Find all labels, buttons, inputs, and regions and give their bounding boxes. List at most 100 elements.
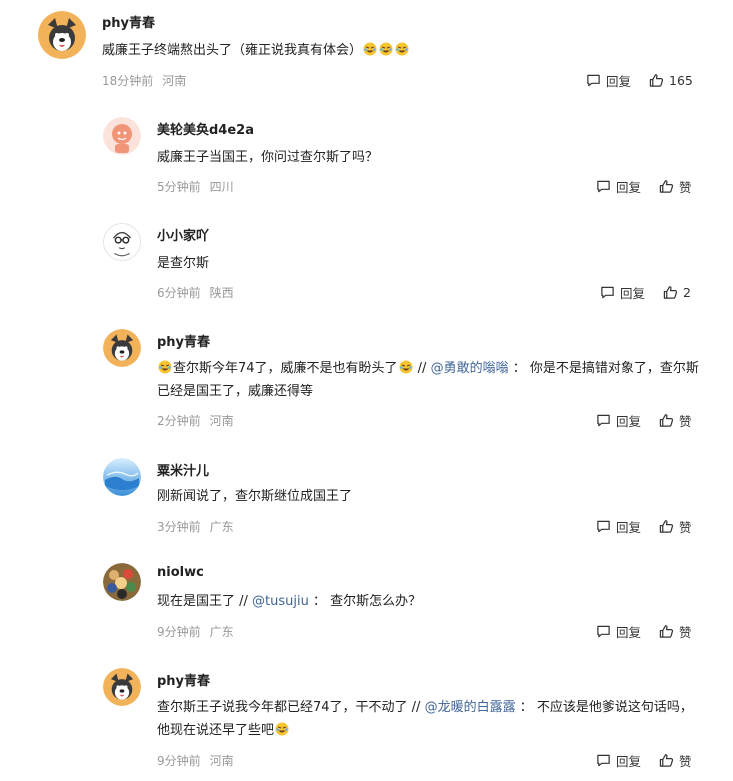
reply-button[interactable]: 回复: [596, 517, 641, 536]
rofl-emoji-icon: [399, 360, 413, 374]
comment-meta: 2分钟前 河南: [157, 412, 234, 429]
reply-button[interactable]: 回复: [600, 283, 645, 302]
avatar[interactable]: [103, 668, 141, 706]
comment-text-part: 查尔斯今年74了，威廉不是也有盼头了: [173, 361, 398, 376]
like-count: 2: [683, 285, 691, 300]
avatar[interactable]: [103, 117, 141, 155]
comment-item: phy青春 威廉王子终端熬出头了（雍正说我真有体会） 18分钟前 河南 回复 16…: [0, 0, 733, 100]
like-label: 赞: [679, 625, 692, 640]
comment-text-part: 查尔斯王子说我今年都已经74了，干不动了: [157, 700, 408, 715]
avatar[interactable]: [103, 563, 141, 601]
mention-link[interactable]: @龙暖的白露露: [425, 700, 516, 715]
comment-bubble-icon: [597, 625, 610, 638]
author-name[interactable]: phy青春: [102, 12, 155, 31]
comment-location: 河南: [162, 74, 187, 88]
comment-time: 18分钟前: [102, 74, 154, 88]
cartoon-avatar-icon: [103, 117, 141, 155]
mention-link[interactable]: @勇敢的嗡嗡: [431, 361, 509, 376]
like-button[interactable]: 赞: [659, 517, 692, 536]
comment-text: 查尔斯今年74了，威廉不是也有盼头了 // @勇敢的嗡嗡 ： 你是不是搞错对象了…: [157, 357, 702, 403]
comment-time: 3分钟前: [157, 520, 201, 534]
comment-actions: 回复 赞: [596, 751, 692, 770]
like-count: 165: [669, 73, 693, 88]
thumbs-up-icon: [659, 625, 674, 638]
reply-label: 回复: [616, 754, 642, 769]
comment-bubble-icon: [597, 754, 610, 767]
comment-actions: 回复 赞: [596, 411, 692, 430]
like-button[interactable]: 赞: [659, 622, 692, 641]
like-button[interactable]: 赞: [659, 751, 692, 770]
quote-separator: //: [235, 594, 253, 609]
like-label: 赞: [679, 414, 692, 429]
comment-time: 5分钟前: [157, 180, 201, 194]
avatar[interactable]: [103, 223, 141, 261]
comment-location: 河南: [209, 414, 234, 428]
like-button[interactable]: 2: [663, 285, 691, 300]
thumbs-up-icon: [649, 74, 664, 87]
thumbs-up-icon: [659, 754, 674, 767]
like-button[interactable]: 赞: [659, 411, 692, 430]
author-name[interactable]: 美轮美奂d4e2a: [157, 119, 254, 138]
comment-actions: 回复 165: [586, 71, 693, 90]
comment-meta: 18分钟前 河南: [102, 72, 186, 89]
reply-button[interactable]: 回复: [586, 71, 631, 90]
comment-bubble-icon: [587, 74, 600, 87]
avatar[interactable]: [103, 329, 141, 367]
thumbs-up-icon: [659, 520, 674, 533]
rofl-emoji-icon: [379, 42, 393, 56]
dog-avatar-icon: [38, 11, 86, 59]
author-name[interactable]: 粟米汁儿: [157, 460, 209, 479]
comment-text-part: 现在是国王了: [157, 594, 236, 609]
reply-label: 回复: [616, 520, 642, 535]
comment-text: 现在是国王了 // @tusujiu ： 查尔斯怎么办？: [157, 590, 702, 613]
quote-separator: //: [413, 361, 431, 376]
comment-time: 9分钟前: [157, 754, 201, 768]
comment-actions: 回复 赞: [596, 517, 692, 536]
reply-label: 回复: [616, 180, 642, 195]
comment-location: 广东: [209, 520, 234, 534]
reply-label: 回复: [616, 414, 642, 429]
sketch-avatar-icon: [104, 224, 140, 260]
reply-button[interactable]: 回复: [596, 751, 641, 770]
comment-bubble-icon: [601, 286, 614, 299]
planet-avatar-icon: [103, 458, 141, 496]
rofl-emoji-icon: [395, 42, 409, 56]
comment-bubble-icon: [597, 520, 610, 533]
avatar[interactable]: [103, 458, 141, 496]
comment-text: 威廉王子当国王，你问过查尔斯了吗？: [157, 150, 379, 165]
rofl-emoji-icon: [158, 360, 172, 374]
comment-location: 陕西: [209, 286, 234, 300]
author-name[interactable]: 小小家吖: [157, 225, 209, 244]
comment-actions: 回复 2: [600, 283, 691, 302]
reply-label: 回复: [606, 74, 632, 89]
like-button[interactable]: 165: [649, 73, 693, 88]
reply-label: 回复: [620, 286, 646, 301]
reply-item: niolwc 现在是国王了 // @tusujiu ： 查尔斯怎么办？ 9分钟前…: [0, 550, 733, 655]
comment-text: 查尔斯王子说我今年都已经74了，干不动了 // @龙暖的白露露 ： 不应该是他爹…: [157, 696, 702, 742]
like-label: 赞: [679, 754, 692, 769]
author-name[interactable]: phy青春: [157, 331, 210, 350]
comment-actions: 回复 赞: [596, 177, 692, 196]
comment-actions: 回复 赞: [596, 622, 692, 641]
mention-link[interactable]: @tusujiu: [252, 594, 309, 609]
like-button[interactable]: 赞: [659, 177, 692, 196]
reply-item: 粟米汁儿 刚新闻说了，查尔斯继位成国王了 3分钟前 广东 回复 赞: [0, 445, 733, 550]
comment-meta: 9分钟前 河南: [157, 752, 234, 769]
author-name[interactable]: phy青春: [157, 670, 210, 689]
avatar[interactable]: [38, 11, 86, 59]
quote-separator: //: [407, 700, 425, 715]
reply-button[interactable]: 回复: [596, 177, 641, 196]
comment-text-part: ： 查尔斯怎么办？: [308, 594, 422, 609]
author-name[interactable]: niolwc: [157, 565, 204, 580]
comment-text: 是查尔斯: [157, 256, 210, 271]
comment-time: 6分钟前: [157, 286, 201, 300]
like-label: 赞: [679, 180, 692, 195]
reply-button[interactable]: 回复: [596, 622, 641, 641]
reply-button[interactable]: 回复: [596, 411, 641, 430]
reply-item: 小小家吖 是查尔斯 6分钟前 陕西 回复 2: [0, 210, 733, 315]
comment-bubble-icon: [597, 414, 610, 427]
comment-location: 河南: [209, 754, 234, 768]
group-avatar-icon: [103, 563, 141, 601]
comment-meta: 6分钟前 陕西: [157, 284, 234, 301]
comment-location: 广东: [209, 625, 234, 639]
